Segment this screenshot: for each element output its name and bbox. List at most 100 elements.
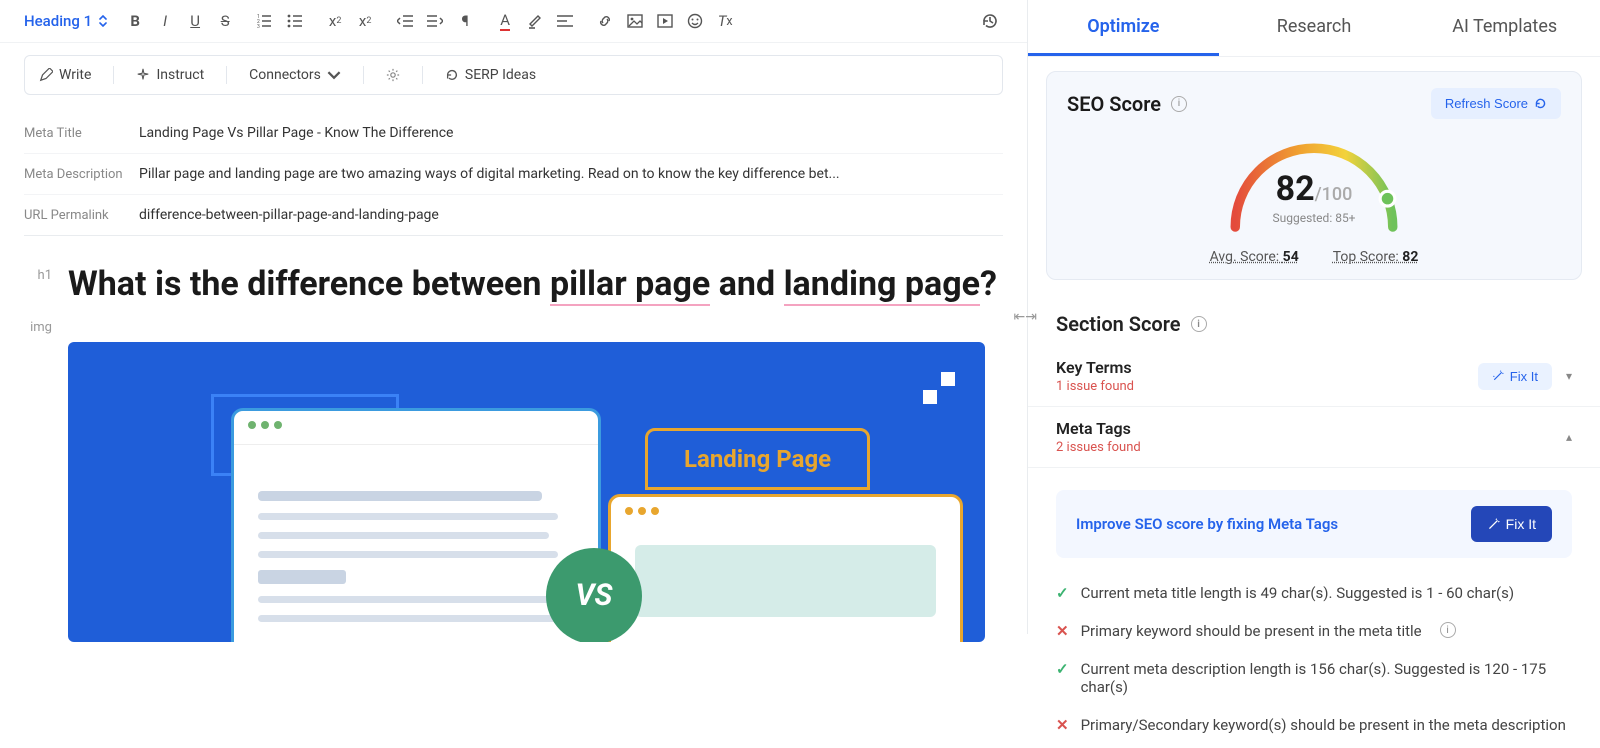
seo-pane: Optimize Research AI Templates SEO Score… [1028,0,1600,634]
subscript-button[interactable]: x2 [322,8,348,34]
landing-tab-label: Landing Page [645,428,870,490]
emoji-button[interactable] [682,8,708,34]
seo-score-card: SEO Score i Refresh Score [1046,71,1582,280]
tab-research[interactable]: Research [1219,0,1410,56]
image-button[interactable] [622,8,648,34]
italic-button[interactable]: I [152,8,178,34]
underline-button[interactable]: U [182,8,208,34]
info-icon[interactable]: i [1171,96,1187,112]
check-row: ✕Primary keyword should be present in th… [1056,612,1572,650]
chevron-down-icon [327,68,341,82]
section-score-title: Section Score i [1028,294,1600,346]
format-toolbar: Heading 1 B I U S 123 x2 x2 ¶ A [0,0,1027,43]
chevron-down-icon[interactable]: ▾ [1566,369,1572,383]
avg-score[interactable]: Avg. Score: 54 [1210,249,1299,265]
heading-label: Heading 1 [24,12,92,30]
highlight-button[interactable] [522,8,548,34]
keyword-pillar-page: pillar page [550,264,710,306]
settings-button[interactable] [386,68,400,82]
align-button[interactable] [552,8,578,34]
check-row: ✕Primary/Secondary keyword(s) should be … [1056,706,1572,744]
refresh-icon [445,68,459,82]
link-button[interactable] [592,8,618,34]
sparkle-icon [136,68,150,82]
landing-card [608,494,963,642]
seo-score-title: SEO Score [1067,92,1161,116]
tab-optimize[interactable]: Optimize [1028,0,1219,56]
refresh-score-button[interactable]: Refresh Score [1431,88,1561,119]
vs-badge: VS [546,548,642,642]
check-fail-icon: ✕ [1056,622,1069,640]
video-button[interactable] [652,8,678,34]
pillar-card [231,408,601,642]
bullet-list-button[interactable] [282,8,308,34]
keyword-landing-page: landing page [784,264,980,306]
heading-select[interactable]: Heading 1 [24,12,108,30]
section-meta-tags[interactable]: Meta Tags 2 issues found ▴ [1028,407,1600,468]
key-terms-issues: 1 issue found [1056,379,1134,394]
check-row: ✓Current meta title length is 49 char(s)… [1056,574,1572,612]
meta-title-row[interactable]: Meta Title Landing Page Vs Pillar Page -… [24,113,1003,154]
connectors-dropdown[interactable]: Connectors [249,67,341,83]
svg-text:3: 3 [257,24,260,29]
block-tag-h1: h1 [24,262,52,308]
check-ok-icon: ✓ [1056,660,1069,678]
chevron-up-icon[interactable]: ▴ [1566,430,1572,444]
ai-toolbar: Write Instruct Connectors SERP Ideas [24,55,1003,95]
bold-button[interactable]: B [122,8,148,34]
meta-tags-banner: Improve SEO score by fixing Meta Tags Fi… [1056,490,1572,558]
gear-icon [386,68,400,82]
editor-pane: Heading 1 B I U S 123 x2 x2 ¶ A [0,0,1028,634]
editor-body[interactable]: h1 What is the difference between pillar… [0,242,1027,662]
text-color-button[interactable]: A [492,8,518,34]
refresh-icon [1534,97,1547,110]
url-permalink-value: difference-between-pillar-page-and-landi… [139,207,439,223]
h1-heading[interactable]: What is the difference between pillar pa… [68,262,997,308]
info-icon[interactable]: i [1191,316,1207,332]
wand-icon [1492,370,1504,382]
meta-description-value: Pillar page and landing page are two ama… [139,166,840,182]
meta-description-row[interactable]: Meta Description Pillar page and landing… [24,154,1003,195]
superscript-button[interactable]: x2 [352,8,378,34]
info-icon[interactable]: i [1440,622,1456,638]
check-ok-icon: ✓ [1056,584,1069,602]
seo-score-value: 82 [1276,169,1315,209]
ordered-list-button[interactable]: 123 [252,8,278,34]
url-permalink-label: URL Permalink [24,208,139,223]
meta-title-value: Landing Page Vs Pillar Page - Know The D… [139,125,453,141]
clear-format-button[interactable]: Tx [712,8,738,34]
strike-button[interactable]: S [212,8,238,34]
meta-block: Meta Title Landing Page Vs Pillar Page -… [0,107,1027,242]
indent-button[interactable] [422,8,448,34]
meta-title-label: Meta Title [24,126,139,141]
block-tag-img: img [24,314,52,642]
serp-ideas-button[interactable]: SERP Ideas [445,67,536,83]
write-button[interactable]: Write [39,67,91,83]
seo-tabs: Optimize Research AI Templates [1028,0,1600,57]
key-terms-label: Key Terms [1056,358,1134,377]
meta-tags-issues: 2 issues found [1056,440,1141,455]
pane-resizer[interactable]: ⇤⇥ [1014,309,1037,325]
check-row: ✓Current meta description length is 156 … [1056,650,1572,706]
history-button[interactable] [977,8,1003,34]
logo-icon [923,372,955,404]
wand-icon [1487,518,1500,531]
fix-key-terms-button[interactable]: Fix It [1478,363,1552,390]
score-gauge: 82/100 Suggested: 85+ [1067,125,1561,235]
meta-tags-label: Meta Tags [1056,419,1141,438]
meta-description-label: Meta Description [24,167,139,182]
banner-text: Improve SEO score by fixing Meta Tags [1076,515,1338,533]
section-key-terms[interactable]: Key Terms 1 issue found Fix It ▾ [1028,346,1600,407]
instruct-button[interactable]: Instruct [136,67,204,83]
pencil-icon [39,68,53,82]
fix-meta-tags-button[interactable]: Fix It [1471,506,1552,542]
select-arrows-icon [98,15,108,27]
url-permalink-row[interactable]: URL Permalink difference-between-pillar-… [24,195,1003,236]
outdent-button[interactable] [392,8,418,34]
check-fail-icon: ✕ [1056,716,1069,734]
hero-image[interactable]: Landing Page VS [68,342,985,642]
paragraph-button[interactable]: ¶ [452,8,478,34]
top-score[interactable]: Top Score: 82 [1333,249,1419,265]
tab-ai-templates[interactable]: AI Templates [1409,0,1600,56]
meta-tags-checks: ✓Current meta title length is 49 char(s)… [1028,570,1600,748]
